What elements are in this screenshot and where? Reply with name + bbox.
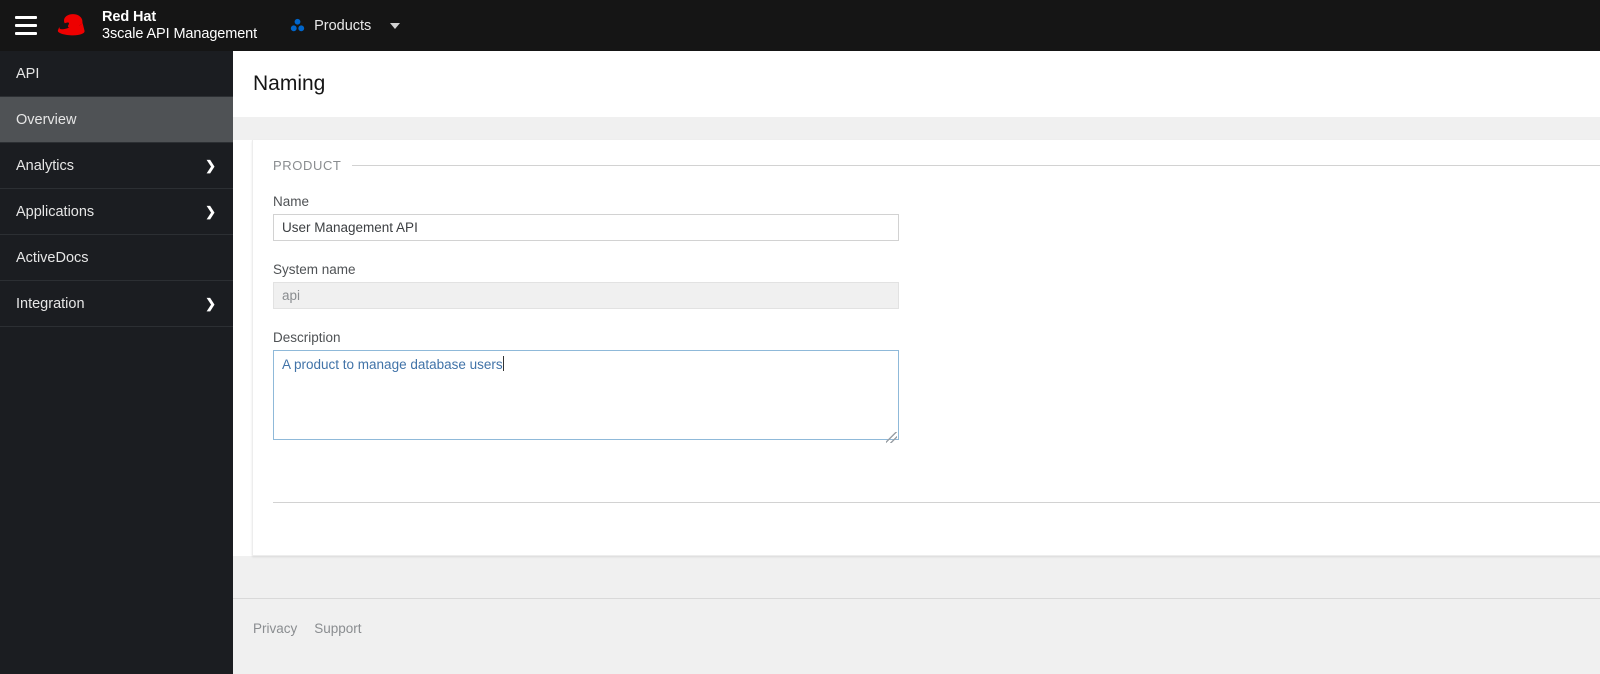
sidebar: API Overview Analytics ❯ Applications ❯ … [0,51,233,674]
fieldset-legend-label: PRODUCT [273,158,342,173]
naming-form-card: PRODUCT Name System name Description [252,140,1600,556]
sidebar-item-applications[interactable]: Applications ❯ [0,189,233,235]
sidebar-item-activedocs[interactable]: ActiveDocs [0,235,233,281]
sidebar-item-label: ActiveDocs [16,249,89,266]
content-spacer [233,117,1600,140]
field-description: Description [273,330,899,445]
context-switcher-products[interactable]: Products [286,0,404,51]
hamburger-bar [15,16,37,19]
card-divider [273,502,1600,503]
hamburger-bar [15,24,37,27]
sidebar-item-api[interactable]: API [0,51,233,97]
chevron-right-icon: ❯ [205,158,216,173]
field-label-system-name: System name [273,262,356,277]
chevron-right-icon: ❯ [205,296,216,311]
system-name-input [273,282,899,309]
page-title: Naming [253,72,326,95]
name-input[interactable] [273,214,899,241]
description-textarea[interactable] [273,350,899,440]
masthead: Red Hat 3scale API Management Products [0,0,1600,51]
sidebar-item-integration[interactable]: Integration ❯ [0,281,233,327]
footer: Privacy Support [233,598,1600,674]
context-switcher-label: Products [314,17,372,34]
cluster-cubes-icon [290,18,305,32]
field-name: Name [273,194,899,241]
sidebar-item-label: Applications [16,203,95,220]
sidebar-item-label: Integration [16,295,85,312]
chevron-down-icon[interactable] [390,22,401,29]
fieldset-legend: PRODUCT [273,158,1600,173]
field-label-description: Description [273,330,341,345]
sidebar-item-overview[interactable]: Overview [0,97,233,143]
field-system-name: System name [273,262,899,309]
product-fieldset: PRODUCT Name System name Description [253,140,1600,445]
description-wrapper [273,350,899,445]
red-hat-fedora-logo-icon [57,14,85,36]
brand-text: Red Hat 3scale API Management [102,9,257,41]
footer-link-privacy[interactable]: Privacy [253,621,297,636]
footer-link-support[interactable]: Support [314,621,361,636]
legend-divider [352,165,1600,166]
sidebar-item-label: API [16,65,40,82]
sidebar-item-label: Overview [16,111,77,128]
hamburger-menu-icon[interactable] [11,13,41,39]
brand-line-2: 3scale API Management [102,25,258,42]
hamburger-bar [15,32,37,35]
main-content: Naming PRODUCT Name System name Descript… [233,51,1600,674]
sidebar-item-analytics[interactable]: Analytics ❯ [0,143,233,189]
sidebar-item-label: Analytics [16,157,75,174]
field-label-name: Name [273,194,310,209]
below-card-spacer [233,556,1600,598]
text-cursor [502,356,504,371]
brand-line-1: Red Hat [102,9,157,26]
chevron-right-icon: ❯ [205,204,216,219]
page-header: Naming [233,51,1600,117]
brand-logo[interactable]: Red Hat 3scale API Management [55,9,257,42]
